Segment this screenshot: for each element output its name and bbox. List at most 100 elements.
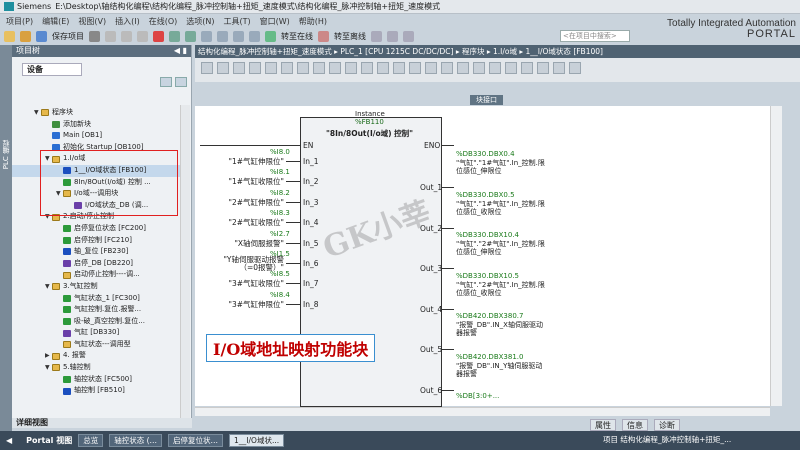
editor-tool-icon[interactable] [537, 62, 549, 74]
input-tag[interactable]: "2#气缸收限位" [229, 217, 284, 228]
paste-icon[interactable] [137, 30, 148, 42]
output-tag[interactable]: "气缸"."1#气缸".In_控制.限位感位_收限位 [456, 200, 546, 217]
taskbar-axis-status[interactable]: 轴控状态 (… [109, 434, 163, 447]
collapse-panel-icon[interactable]: ◀ ▮ [174, 45, 187, 57]
editor-tool-icon[interactable] [505, 62, 517, 74]
tree-scrollbar[interactable] [180, 105, 190, 420]
editor-tool-icon[interactable] [425, 62, 437, 74]
editor-tool-icon[interactable] [489, 62, 501, 74]
editor-tool-icon[interactable] [265, 62, 277, 74]
tab-info[interactable]: 信息 [622, 418, 648, 431]
taskbar-io-status[interactable]: 1__I/O域状... [229, 434, 285, 447]
editor-tool-icon[interactable] [201, 62, 213, 74]
menu-help[interactable]: 帮助(H) [299, 16, 327, 27]
tree-item[interactable]: 气缸 [DB330] [12, 327, 180, 339]
editor-tool-icon[interactable] [393, 62, 405, 74]
accessible-devices-icon[interactable] [371, 30, 382, 42]
output-address[interactable]: %DB330.DBX10.4 [456, 231, 519, 239]
input-tag[interactable]: "3#气缸收限位" [229, 278, 284, 289]
download-icon[interactable] [217, 30, 228, 42]
menu-insert[interactable]: 插入(I) [115, 16, 140, 27]
editor-tool-icon[interactable] [249, 62, 261, 74]
input-tag[interactable]: "3#气缸伸限位" [229, 299, 284, 310]
tree-item[interactable]: 启动停止控制----调... [12, 269, 180, 281]
input-address[interactable]: %I8.0 [270, 148, 290, 156]
tree-item[interactable]: 轴控状态 [FC500] [12, 374, 180, 386]
output-tag[interactable]: "气缸"."2#气缸".In_控制.限位感位_伸限位 [456, 240, 546, 257]
menu-online[interactable]: 在线(O) [149, 16, 178, 27]
output-address[interactable]: %DB330.DBX0.4 [456, 150, 515, 158]
split-icon[interactable] [403, 30, 414, 42]
detail-view-header[interactable]: 详细视图 [12, 418, 192, 428]
tree-item[interactable]: 启停复位状态 [FC200] [12, 223, 180, 235]
menu-tools[interactable]: 工具(T) [223, 16, 250, 27]
tree-item[interactable]: 气缸状态_1 [FC300] [12, 293, 180, 305]
undo-icon[interactable] [169, 30, 180, 42]
editor-tool-icon[interactable] [281, 62, 293, 74]
editor-vertical-scrollbar[interactable] [770, 106, 782, 406]
taskbar-overview[interactable]: 总览 [78, 434, 104, 447]
tree-item[interactable]: 吸-破_真空控制.复位... [12, 316, 180, 328]
instance-db[interactable]: %FB110 [355, 118, 384, 126]
editor-tool-icon[interactable] [313, 62, 325, 74]
input-address[interactable]: %I8.1 [270, 168, 290, 176]
stop-icon[interactable] [387, 30, 398, 42]
tree-item[interactable]: ▼ 3.气缸控制 [12, 281, 180, 293]
output-tag[interactable]: "报警_DB".IN_X轴伺服驱动器报警 [456, 321, 546, 338]
editor-tool-icon[interactable] [521, 62, 533, 74]
menu-window[interactable]: 窗口(W) [260, 16, 290, 27]
menu-options[interactable]: 选项(N) [186, 16, 214, 27]
editor-tool-icon[interactable] [233, 62, 245, 74]
copy-icon[interactable] [121, 30, 132, 42]
tree-view-toggle-icon[interactable] [160, 77, 172, 87]
tree-item[interactable]: 启停_DB [DB220] [12, 258, 180, 270]
tree-overview-icon[interactable] [175, 77, 187, 87]
output-tag[interactable]: "气缸"."1#气缸".In_控制.限位感位_伸限位 [456, 159, 546, 176]
editor-tool-icon[interactable] [441, 62, 453, 74]
input-address[interactable]: %I8.5 [270, 270, 290, 278]
editor-tool-icon[interactable] [345, 62, 357, 74]
editor-horizontal-scrollbar[interactable] [195, 407, 770, 416]
new-project-icon[interactable] [4, 30, 15, 42]
editor-tool-icon[interactable] [361, 62, 373, 74]
input-tag[interactable]: "1#气缸收限位" [229, 176, 284, 187]
tree-item[interactable]: ▼ 5.轴控制 [12, 362, 180, 374]
expand-toggle-icon[interactable]: ▼ [45, 281, 52, 293]
save-icon[interactable] [36, 30, 47, 42]
offline-icon[interactable] [318, 30, 329, 42]
editor-tool-icon[interactable] [217, 62, 229, 74]
save-project-button[interactable]: 保存项目 [52, 31, 84, 42]
online-icon[interactable] [265, 30, 276, 42]
tree-item[interactable]: ▶ 4. 报警 [12, 350, 180, 362]
editor-tool-icon[interactable] [297, 62, 309, 74]
output-tag[interactable]: "报警_DB".IN_Y轴伺服驱动器报警 [456, 362, 546, 379]
project-search-input[interactable]: <在项目中搜索> [560, 30, 630, 42]
editor-tool-icon[interactable] [569, 62, 581, 74]
output-address[interactable]: %DB330.DBX10.5 [456, 272, 519, 280]
function-block-box[interactable] [300, 117, 442, 407]
expand-toggle-icon[interactable]: ▼ [34, 107, 41, 119]
devices-tab[interactable]: 设备 [22, 63, 82, 76]
output-address[interactable]: %DB420.DBX381.0 [456, 353, 523, 361]
expand-toggle-icon[interactable]: ▼ [45, 362, 52, 374]
output-tag[interactable]: "气缸"."2#气缸".In_控制.限位感位_收限位 [456, 281, 546, 298]
redo-icon[interactable] [185, 30, 196, 42]
input-tag[interactable]: "X轴伺服报警" [234, 238, 284, 249]
tree-item[interactable]: 气缸状态---调用型 [12, 339, 180, 351]
tab-properties[interactable]: 属性 [590, 418, 616, 431]
menu-view[interactable]: 视图(V) [78, 16, 106, 27]
go-offline-button[interactable]: 转至离线 [334, 31, 366, 42]
tree-item[interactable]: 添加新块 [12, 119, 180, 131]
portal-view-button[interactable]: Portal 视图 [26, 435, 72, 446]
left-side-strip[interactable]: PLC 编程 [0, 45, 12, 435]
portal-arrow-icon[interactable]: ◀ [6, 436, 12, 445]
print-icon[interactable] [89, 30, 100, 42]
input-address[interactable]: %I8.2 [270, 189, 290, 197]
editor-tool-icon[interactable] [329, 62, 341, 74]
editor-tool-icon[interactable] [473, 62, 485, 74]
tree-item[interactable]: 轴控制 [FB510] [12, 385, 180, 397]
output-address[interactable]: %DB330.DBX0.5 [456, 191, 515, 199]
go-online-button[interactable]: 转至在线 [281, 31, 313, 42]
simulate-icon[interactable] [249, 30, 260, 42]
tree-item[interactable]: ▼ 程序块 [12, 107, 180, 119]
